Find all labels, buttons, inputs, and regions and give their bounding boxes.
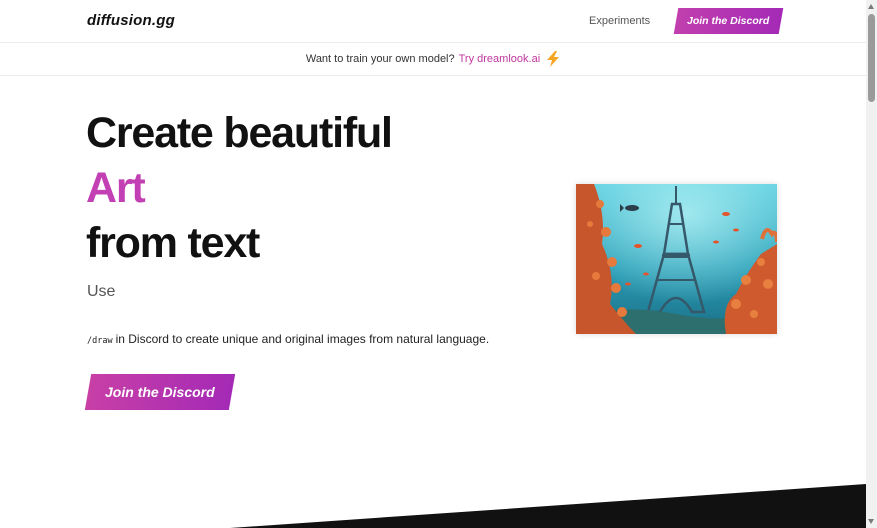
nav-join-discord-label: Join the Discord [687,15,770,27]
hero-description: /draw in Discord to create unique and ori… [87,332,489,346]
banner-text: Want to train your own model? [305,53,455,65]
hero-join-discord-label: Join the Discord [105,384,215,400]
hero-title-accent: Art [86,164,146,212]
dark-footer-wedge [230,484,866,528]
announcement-banner: Want to train your own model? Try dreaml… [0,43,866,76]
draw-command: /draw [87,336,113,346]
dreamlook-link[interactable]: Try dreamlook.ai [459,53,541,65]
scrollbar-thumb[interactable] [868,14,875,102]
logo[interactable]: diffusion.gg [87,12,175,29]
nav-join-discord-button[interactable]: Join the Discord [673,8,784,34]
hero-title-line-3: from text [86,219,260,267]
page-scrollbar[interactable] [866,0,877,528]
scroll-up-icon[interactable] [868,4,874,9]
nav-experiments-link[interactable]: Experiments [589,15,650,27]
top-nav: diffusion.gg Experiments Join the Discor… [0,0,866,43]
hero-join-discord-button[interactable]: Join the Discord [84,374,236,410]
hero-use-label: Use [87,283,116,300]
scroll-down-icon[interactable] [868,519,874,524]
hero-example-image [576,184,777,334]
hero-title-line-1: Create beautiful [86,109,393,157]
page: diffusion.gg Experiments Join the Discor… [0,0,866,528]
hero-description-text: in Discord to create unique and original… [115,332,490,346]
lightning-bolt-icon [546,51,560,67]
